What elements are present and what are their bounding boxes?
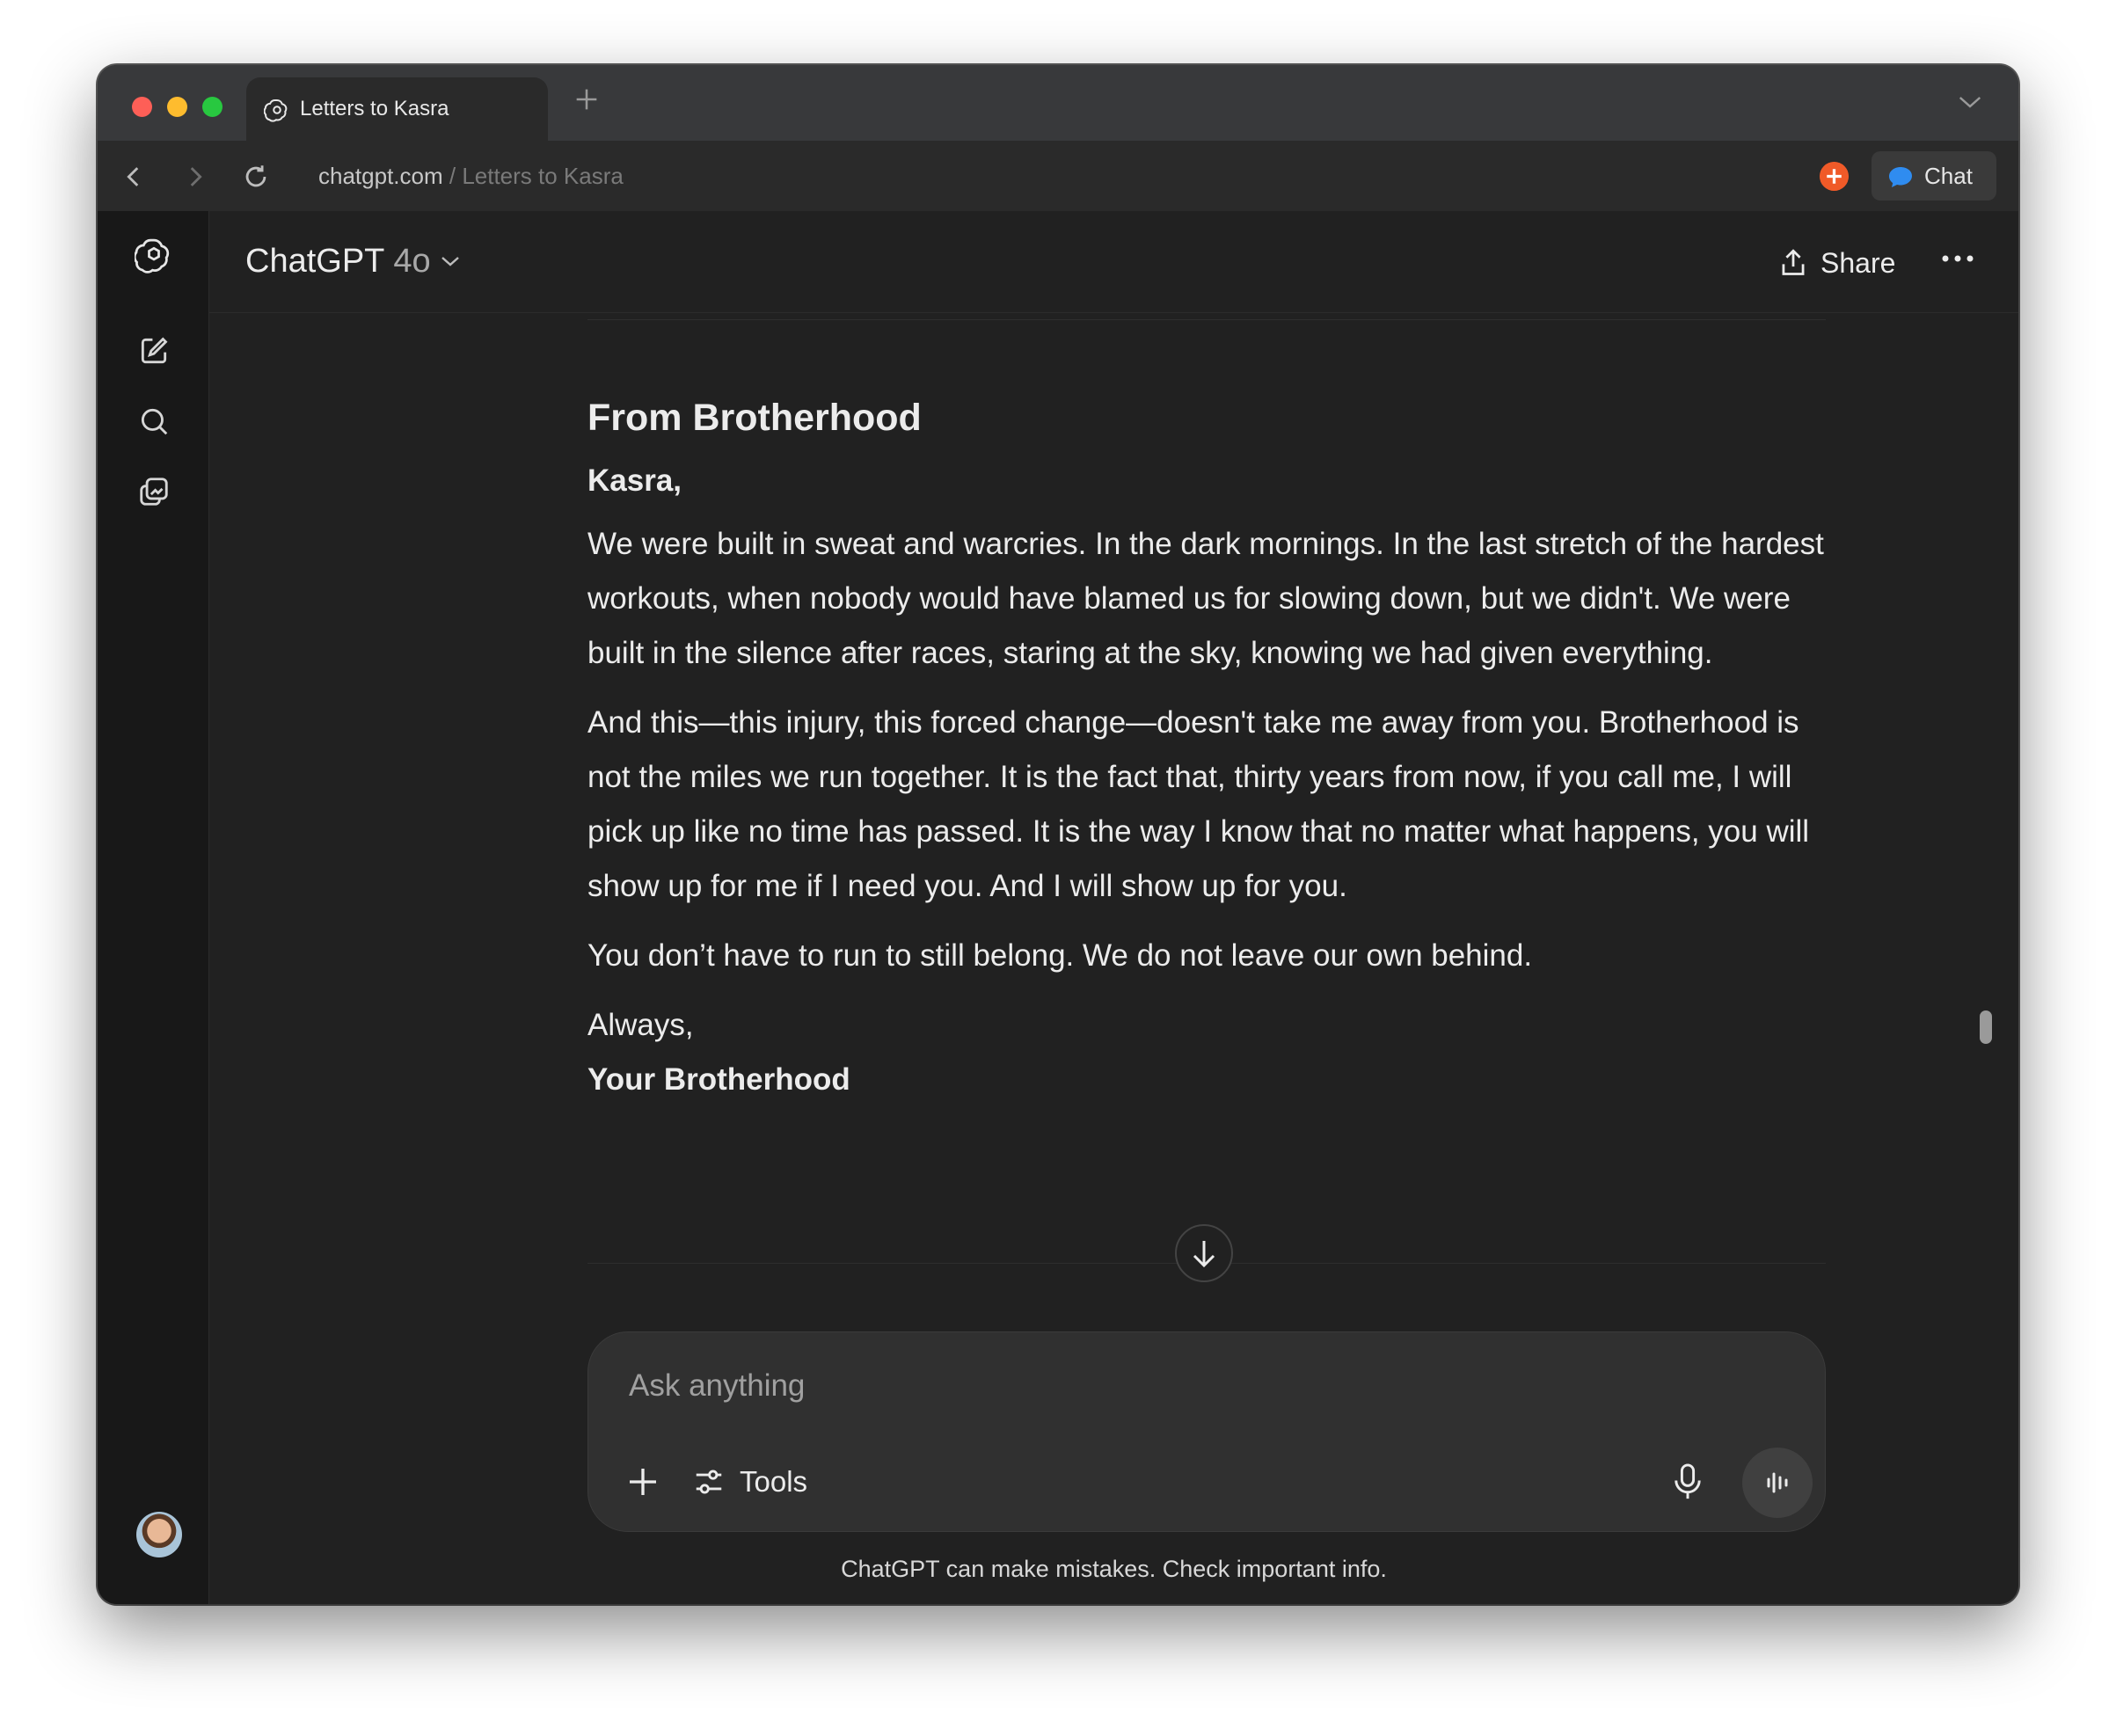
- more-options-icon[interactable]: [1940, 253, 1975, 264]
- waveform-icon: [1767, 1472, 1788, 1493]
- message-title: From Brotherhood: [587, 397, 922, 439]
- scroll-to-bottom-button[interactable]: [1175, 1224, 1233, 1282]
- arrow-down-icon: [1193, 1241, 1215, 1268]
- share-icon: [1782, 249, 1805, 275]
- tools-label: Tools: [740, 1465, 808, 1498]
- maximize-window-button[interactable]: [202, 97, 223, 117]
- chevron-down-icon: [441, 257, 459, 266]
- browser-window: Letters to Kasra chatgpt.com / Letters t…: [98, 65, 2018, 1604]
- header-divider: [209, 312, 2018, 313]
- address-separator: /: [442, 163, 463, 189]
- library-icon[interactable]: [137, 475, 171, 508]
- prompt-input[interactable]: [627, 1359, 1686, 1413]
- message-paragraph: And this—this injury, this forced change…: [587, 705, 1810, 903]
- chat-button[interactable]: Chat: [1872, 151, 1996, 201]
- share-label: Share: [1820, 246, 1896, 279]
- message-signature: Your Brotherhood: [587, 1062, 850, 1097]
- microphone-icon[interactable]: [1672, 1462, 1704, 1501]
- voice-mode-button[interactable]: [1742, 1448, 1813, 1518]
- tab-strip: Letters to Kasra: [98, 65, 2018, 141]
- tab-letters-to-kasra[interactable]: Letters to Kasra: [246, 77, 548, 141]
- chatgpt-logo-icon[interactable]: [135, 236, 173, 274]
- address-bar[interactable]: chatgpt.com / Letters to Kasra: [318, 160, 624, 192]
- model-version: 4o: [393, 243, 431, 280]
- tools-button[interactable]: Tools: [692, 1461, 807, 1503]
- assistant-message: From Brotherhood Kasra, We were built in…: [587, 391, 1836, 1107]
- tab-title: Letters to Kasra: [300, 97, 449, 120]
- back-arrow-icon[interactable]: [119, 162, 149, 192]
- minimize-window-button[interactable]: [167, 97, 187, 117]
- search-icon[interactable]: [137, 405, 171, 438]
- message-divider-top: [587, 319, 1826, 320]
- chevron-down-icon[interactable]: [1957, 93, 1983, 111]
- message-signoff: Always,: [587, 1008, 694, 1042]
- reload-icon[interactable]: [241, 162, 271, 192]
- address-host: chatgpt.com: [318, 163, 443, 189]
- chat-bubble-icon: [1889, 167, 1912, 187]
- extension-plus-icon[interactable]: [1820, 162, 1849, 191]
- sliders-icon: [696, 1470, 722, 1494]
- composer: Tools: [587, 1331, 1826, 1532]
- chat-button-label: Chat: [1924, 163, 1973, 189]
- forward-arrow-icon[interactable]: [180, 162, 210, 192]
- model-selector[interactable]: ChatGPT 4o: [245, 241, 461, 281]
- plus-icon[interactable]: [625, 1464, 660, 1499]
- close-window-button[interactable]: [132, 97, 152, 117]
- new-chat-icon[interactable]: [137, 334, 171, 368]
- chatgpt-favicon-icon: [264, 99, 288, 122]
- disclaimer: ChatGPT can make mistakes. Check importa…: [841, 1556, 1387, 1582]
- avatar[interactable]: [136, 1512, 182, 1557]
- message-greeting: Kasra,: [587, 463, 682, 498]
- message-paragraph: We were built in sweat and warcries. In …: [587, 527, 1824, 670]
- model-name: ChatGPT: [245, 243, 385, 280]
- main-panel: ChatGPT 4o Share From Brotherhood Kasra,…: [209, 211, 2018, 1604]
- address-path: Letters to Kasra: [462, 163, 624, 189]
- share-button[interactable]: Share: [1778, 243, 1895, 283]
- plus-icon[interactable]: [572, 84, 602, 114]
- sidebar: [98, 211, 209, 1604]
- scrollbar-thumb[interactable]: [1980, 1010, 1992, 1044]
- message-paragraph: You don’t have to run to still belong. W…: [587, 938, 1533, 973]
- browser-toolbar: chatgpt.com / Letters to Kasra Chat: [98, 141, 2018, 212]
